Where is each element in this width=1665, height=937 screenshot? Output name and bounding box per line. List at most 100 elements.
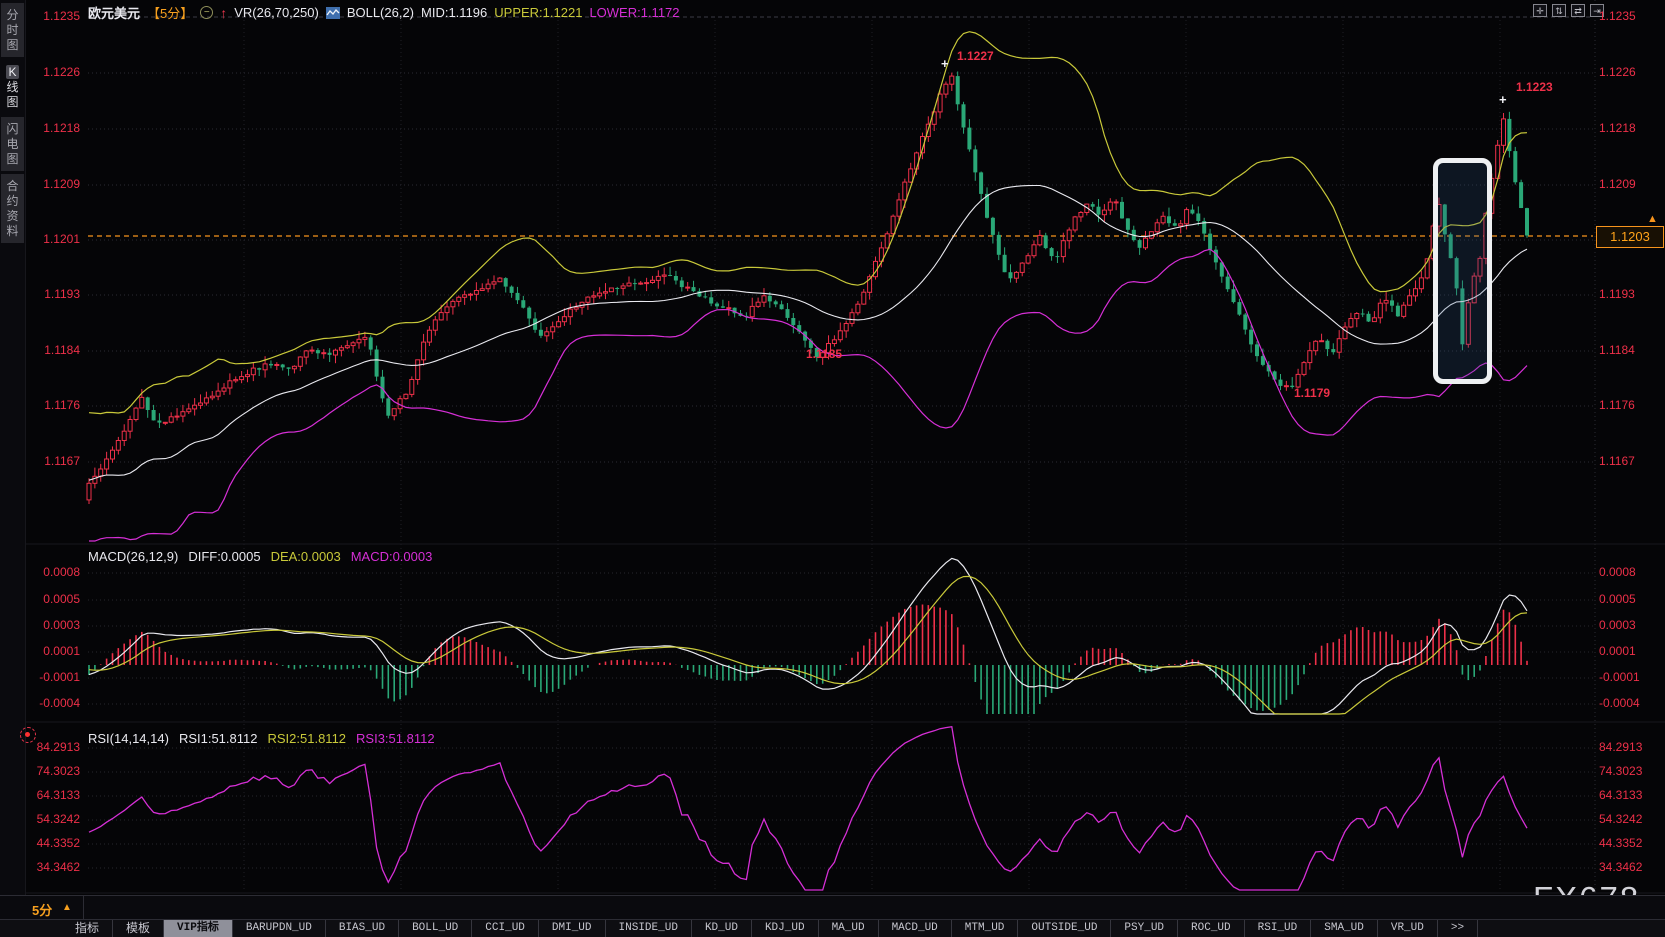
- late-high-cross-marker-icon: +: [1499, 92, 1507, 107]
- price-axis-label-r: 1.1167: [1599, 454, 1635, 468]
- chart-header: 欧元美元 【5分】 − ↑ VR(26,70,250) BOLL(26,2) M…: [88, 3, 680, 22]
- chart-canvas[interactable]: [0, 0, 1665, 937]
- fit-horizontal-icon[interactable]: ⇄: [1571, 4, 1585, 17]
- toolbar-item-VIP指标[interactable]: VIP指标: [164, 920, 233, 937]
- toolbar-item-BIAS_UD[interactable]: BIAS_UD: [326, 920, 399, 937]
- alert-sun-dot: [25, 732, 30, 737]
- fit-vertical-icon[interactable]: ⇅: [1552, 4, 1566, 17]
- rsi-axis-label-r: 44.3352: [1599, 836, 1642, 850]
- sidebar-item-char: 分: [6, 8, 18, 22]
- sidebar-item-char: 合: [6, 179, 18, 193]
- toolbar-item-RSI_UD[interactable]: RSI_UD: [1245, 920, 1312, 937]
- boll-label: BOLL(26,2): [347, 5, 414, 20]
- sidebar-item-合约资料[interactable]: 合约资料: [1, 174, 24, 243]
- toolbar-item-BARUPDN_UD[interactable]: BARUPDN_UD: [233, 920, 326, 937]
- toolbar-item-MACD_UD[interactable]: MACD_UD: [879, 920, 952, 937]
- price-axis-label-r: 1.1235: [1599, 9, 1636, 23]
- timeframe-arrow-icon: ▲: [62, 902, 72, 913]
- rsi-axis-label-r: 74.3023: [1599, 764, 1642, 778]
- toolbar-item-[interactable]: >>: [1438, 920, 1478, 937]
- price-annotation-session-high: 1.1227: [957, 49, 994, 63]
- rsi-axis-label-r: 34.3462: [1599, 860, 1642, 874]
- high-cross-marker-icon: +: [941, 56, 949, 71]
- macd-axis-label-r: 0.0005: [1599, 592, 1636, 606]
- toolbar-item-SMA_UD[interactable]: SMA_UD: [1311, 920, 1378, 937]
- price-axis-label-r: 1.1193: [1599, 287, 1635, 301]
- toolbar-item-VR_UD[interactable]: VR_UD: [1378, 920, 1438, 937]
- toolbar-item-BOLL_UD[interactable]: BOLL_UD: [399, 920, 472, 937]
- rsi3-value: RSI3:51.8112: [356, 731, 435, 746]
- left-sidebar: 分时图K线图闪电图合约资料: [0, 0, 26, 895]
- rsi2-value: RSI2:51.8112: [267, 731, 346, 746]
- mini-chart-icon[interactable]: [326, 7, 340, 19]
- price-axis-label-r: 1.1176: [1599, 398, 1635, 412]
- rsi-title: RSI(14,14,14): [88, 731, 169, 746]
- toolbar-item-CCI_UD[interactable]: CCI_UD: [472, 920, 539, 937]
- toolbar-item-ROC_UD[interactable]: ROC_UD: [1178, 920, 1245, 937]
- trading-app-window: 分时图K线图闪电图合约资料 欧元美元 【5分】 − ↑ VR(26,70,250…: [0, 0, 1665, 937]
- toolbar-item-OUTSIDE_UD[interactable]: OUTSIDE_UD: [1018, 920, 1111, 937]
- price-axis-label-r: 1.1209: [1599, 177, 1636, 191]
- sidebar-item-char: 资: [6, 209, 18, 223]
- rsi-axis-label-r: 64.3133: [1599, 788, 1642, 802]
- toolbar-item-KDJ_UD[interactable]: KDJ_UD: [752, 920, 819, 937]
- boll-lower-value: LOWER:1.1172: [589, 5, 679, 20]
- current-price-box: 1.1203: [1596, 226, 1664, 248]
- macd-axis-label-r: -0.0001: [1599, 670, 1640, 684]
- macd-title: MACD(26,12,9): [88, 549, 178, 564]
- boll-mid-value: MID:1.1196: [421, 5, 487, 20]
- toolbar-item-PSY_UD[interactable]: PSY_UD: [1111, 920, 1178, 937]
- sidebar-item-char: 图: [6, 38, 18, 52]
- price-axis-label-r: 1.1226: [1599, 65, 1636, 79]
- toolbar-item-DMI_UD[interactable]: DMI_UD: [539, 920, 606, 937]
- sidebar-item-闪电图[interactable]: 闪电图: [1, 117, 24, 171]
- sidebar-item-char: 料: [6, 224, 18, 238]
- sidebar-item-分时图[interactable]: 分时图: [1, 3, 24, 57]
- macd-axis-label-r: 0.0001: [1599, 644, 1636, 658]
- sidebar-item-char: 闪: [6, 122, 18, 136]
- macd-axis-label-r: 0.0003: [1599, 618, 1636, 632]
- sidebar-item-char: 线: [6, 80, 18, 94]
- minus-circle-icon[interactable]: −: [200, 6, 213, 19]
- price-axis-label-r: 1.1218: [1599, 121, 1636, 135]
- sidebar-item-char: K: [6, 65, 18, 79]
- boll-upper-value: UPPER:1.1221: [494, 5, 582, 20]
- sidebar-item-K线图[interactable]: K线图: [1, 60, 24, 114]
- indicator-toolbar: 指标模板VIP指标BARUPDN_UDBIAS_UDBOLL_UDCCI_UDD…: [0, 919, 1665, 937]
- sidebar-item-char: 约: [6, 194, 18, 208]
- alert-sun-icon[interactable]: [20, 727, 36, 743]
- toolbar-item-模板[interactable]: 模板: [113, 920, 164, 937]
- vr-indicator-label: VR(26,70,250): [234, 5, 319, 20]
- toolbar-item-KD_UD[interactable]: KD_UD: [692, 920, 752, 937]
- timeframe-selector[interactable]: 5分 ▲: [0, 896, 84, 919]
- macd-macd-value: MACD:0.0003: [351, 549, 433, 564]
- sidebar-item-char: 图: [6, 95, 18, 109]
- price-annotation-late-high: 1.1223: [1516, 80, 1553, 94]
- current-price-arrow-icon: ▲: [1647, 213, 1658, 225]
- sidebar-item-char: 图: [6, 152, 18, 166]
- timeframe-bar: 5分 ▲: [0, 895, 1665, 919]
- macd-axis-label-r: -0.0004: [1599, 696, 1640, 710]
- price-annotation-late-low: 1.1179: [1294, 386, 1330, 400]
- timeframe-label: 5分: [32, 900, 52, 919]
- rsi-axis-label-r: 54.3242: [1599, 812, 1642, 826]
- toolbar-item-MTM_UD[interactable]: MTM_UD: [952, 920, 1019, 937]
- toolbar-item-INSIDE_UD[interactable]: INSIDE_UD: [606, 920, 692, 937]
- up-arrow-icon: ↑: [220, 5, 227, 21]
- symbol-title: 欧元美元: [88, 3, 140, 22]
- crosshair-icon[interactable]: ✛: [1533, 4, 1547, 17]
- macd-axis-label-r: 0.0008: [1599, 565, 1636, 579]
- macd-dea-value: DEA:0.0003: [271, 549, 341, 564]
- timeframe-tag: 【5分】: [147, 3, 193, 22]
- toolbar-item-指标[interactable]: 指标: [62, 920, 113, 937]
- sidebar-item-char: 电: [6, 137, 18, 151]
- macd-diff-value: DIFF:0.0005: [188, 549, 260, 564]
- rsi-pane-header: RSI(14,14,14) RSI1:51.8112 RSI2:51.8112 …: [88, 731, 435, 746]
- price-annotation-mid-low: 1.1185: [806, 347, 842, 361]
- toolbar-item-MA_UD[interactable]: MA_UD: [819, 920, 879, 937]
- sidebar-item-char: 时: [6, 23, 18, 37]
- rsi1-value: RSI1:51.8112: [179, 731, 258, 746]
- price-axis-label-r: 1.1184: [1599, 343, 1635, 357]
- rsi-axis-label-r: 84.2913: [1599, 740, 1642, 754]
- macd-pane-header: MACD(26,12,9) DIFF:0.0005 DEA:0.0003 MAC…: [88, 549, 432, 564]
